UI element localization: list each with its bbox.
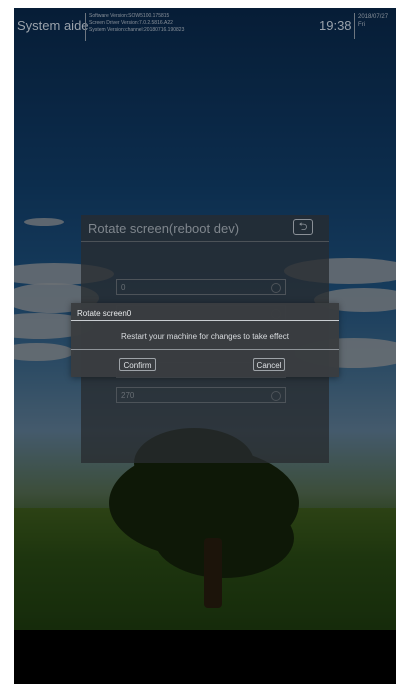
weekday: Fri (358, 22, 365, 28)
dialog-divider (71, 349, 339, 350)
option-label: 0 (121, 283, 126, 292)
rotation-option-0[interactable]: 0 (116, 279, 286, 295)
option-label: 270 (121, 391, 135, 400)
clock-time: 19:38 (319, 18, 352, 33)
panel-header: Rotate screen(reboot dev) ⮌ (81, 215, 329, 242)
rotation-option-270[interactable]: 270 (116, 387, 286, 403)
device-screen: System aide Software Version:SOW5100.175… (14, 8, 396, 684)
version-info: Software Version:SOW5100.175815 Screen D… (89, 13, 184, 34)
date-info: 2018/07/27 Fri (358, 13, 388, 29)
app-title: System aide (17, 18, 89, 33)
radio-icon (271, 283, 281, 293)
dialog-title: Rotate screen0 (77, 309, 132, 318)
dialog-divider (71, 320, 339, 321)
back-button[interactable]: ⮌ (293, 219, 313, 235)
dialog-message: Restart your machine for changes to take… (121, 332, 289, 341)
radio-icon (271, 391, 281, 401)
header-divider (85, 13, 86, 41)
return-icon: ⮌ (298, 221, 308, 233)
screen-driver-version: Screen Driver Version:7.0.2.5816.A22 (89, 20, 173, 26)
navigation-bar (14, 630, 396, 684)
software-version: Software Version:SOW5100.175815 (89, 13, 170, 19)
panel-title: Rotate screen(reboot dev) (88, 221, 240, 236)
confirm-dialog: Rotate screen0 Restart your machine for … (71, 303, 339, 377)
system-version: System Version:channel:20180716.190823 (89, 27, 185, 33)
cancel-button[interactable]: Cancel (253, 358, 285, 371)
date: 2018/07/27 (358, 14, 389, 20)
confirm-button[interactable]: Confirm (119, 358, 156, 371)
header-divider (354, 13, 355, 39)
